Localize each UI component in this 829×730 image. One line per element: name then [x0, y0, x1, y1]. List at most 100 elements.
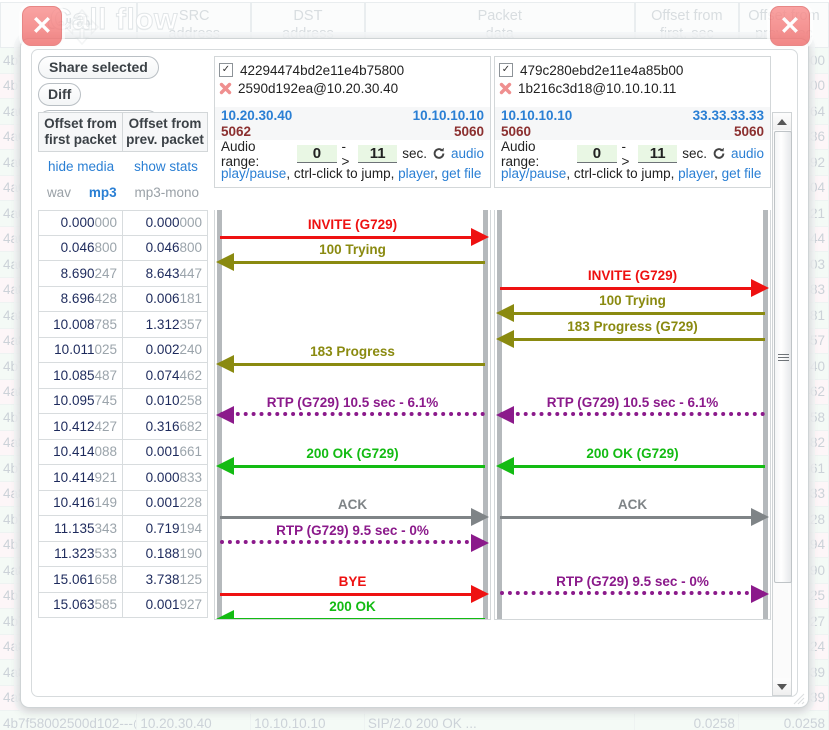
time-cell: 0.046800 — [123, 236, 208, 262]
show-stats-link[interactable]: show stats — [134, 159, 198, 174]
close-button-left[interactable]: ✕ — [22, 6, 62, 46]
flow-message-line — [500, 287, 765, 290]
flow-message-line — [220, 261, 485, 264]
vertical-scrollbar[interactable] — [772, 112, 792, 696]
flow-message-line — [220, 540, 485, 544]
audio-range-to-input[interactable]: 11 — [638, 145, 677, 163]
time-row[interactable]: 0.0468000.046800 — [38, 236, 208, 262]
flow-message-label: 183 Progress (G729) — [500, 319, 765, 334]
scroll-up-button[interactable] — [773, 113, 791, 130]
time-row[interactable]: 10.0854870.074462 — [38, 363, 208, 389]
flow-message-label: 200 OK (G729) — [500, 446, 765, 461]
get-file-link[interactable]: get file — [442, 166, 482, 181]
time-row[interactable]: 10.4124270.316682 — [38, 414, 208, 440]
call-id-text: 42294474bd2e11e4b75800 — [240, 63, 404, 78]
time-row[interactable]: 11.1353430.719194 — [38, 516, 208, 542]
time-cell: 11.135343 — [38, 516, 123, 542]
call-id-line-1: ✓479c280ebd2e11e4a85b00 — [499, 61, 766, 79]
audio-link[interactable]: audio — [731, 146, 764, 161]
call-select-checkbox[interactable]: ✓ — [499, 63, 513, 77]
call-flow-dialog: Share selectedDiff PCAP selected Offset … — [20, 38, 809, 708]
time-cell: 8.696428 — [38, 287, 123, 313]
flow-message-label: 100 Trying — [220, 242, 485, 257]
time-row[interactable]: 0.0000000.000000 — [38, 210, 208, 236]
dst-ip: 33.33.33.33 — [693, 108, 764, 124]
call-flow-diagram: INVITE (G729)100 Trying183 ProgressRTP (… — [214, 210, 491, 620]
flow-arrow-head — [216, 406, 234, 424]
time-row[interactable]: 11.3235330.188190 — [38, 542, 208, 568]
bg-table-cell: 10.20.30.40 — [137, 711, 251, 730]
diff-button[interactable]: Diff — [38, 83, 81, 106]
delete-x-icon[interactable] — [219, 82, 232, 95]
time-cell: 1.312357 — [123, 312, 208, 338]
time-cell: 8.643447 — [123, 261, 208, 287]
bg-table-cell: 10.10.10.10 — [251, 711, 365, 730]
col-header-offset-prev: Offset from prev. packet — [122, 112, 208, 152]
player-link[interactable]: player — [398, 166, 434, 181]
get-file-link[interactable]: get file — [722, 166, 762, 181]
flow-message-line — [220, 412, 485, 416]
scrollbar-thumb[interactable] — [774, 131, 792, 583]
time-cell: 3.738125 — [123, 567, 208, 593]
hide-media-link[interactable]: hide media — [48, 159, 114, 174]
time-cell: 0.010258 — [123, 389, 208, 415]
move-icon[interactable] — [63, 8, 101, 46]
audio-range-from-input[interactable]: 0 — [297, 145, 336, 163]
time-row[interactable]: 10.0110250.002240 — [38, 338, 208, 364]
scroll-down-button[interactable] — [773, 678, 791, 695]
codec-mp3-mono-link[interactable]: mp3-mono — [135, 185, 200, 200]
time-cell: 10.011025 — [38, 338, 123, 364]
close-button-right[interactable]: ✕ — [770, 6, 810, 46]
flow-arrow-head — [751, 585, 769, 603]
time-cell: 0.001228 — [123, 491, 208, 517]
flow-arrow-head — [496, 330, 514, 348]
bg-table-row: 4b7f58002500d102---@10.20.30.4010.20.30.… — [0, 711, 829, 730]
ctrl-click-hint: ctrl-click to jump — [574, 166, 671, 181]
delete-x-icon[interactable] — [499, 82, 512, 95]
media-links-row: hide media show stats — [38, 153, 208, 179]
player-link[interactable]: player — [678, 166, 714, 181]
audio-range-unit: sec. — [402, 146, 427, 161]
resize-grip-icon[interactable] — [791, 691, 805, 705]
call-id-block: ✓479c280ebd2e11e4a85b00 1b216c3d18@10.10.… — [494, 56, 771, 108]
play-pause-link[interactable]: play/pause — [501, 166, 566, 181]
time-row[interactable]: 8.6902478.643447 — [38, 261, 208, 287]
time-row[interactable]: 15.0635850.001927 — [38, 593, 208, 619]
codec-wav-link[interactable]: wav — [47, 185, 71, 200]
flow-message-label: 200 OK — [220, 599, 485, 614]
time-row[interactable]: 10.4140880.001661 — [38, 440, 208, 466]
time-cell: 10.412427 — [38, 414, 123, 440]
time-cell: 0.719194 — [123, 516, 208, 542]
flow-message-label: 183 Progress — [220, 344, 485, 359]
time-row[interactable]: 10.4161490.001228 — [38, 491, 208, 517]
flow-arrow-head — [216, 355, 234, 373]
time-row[interactable]: 15.0616583.738125 — [38, 567, 208, 593]
time-cell: 0.002240 — [123, 338, 208, 364]
call-select-checkbox[interactable]: ✓ — [219, 63, 233, 77]
flow-message-line — [220, 593, 485, 596]
refresh-icon[interactable] — [712, 146, 726, 161]
call-endpoints: 10.10.10.1033.33.33.3350605060 — [494, 107, 771, 141]
bg-table-cell: SIP/2.0 200 OK ... — [365, 711, 635, 730]
flow-message-label: INVITE (G729) — [500, 268, 765, 283]
flow-arrow-head — [216, 457, 234, 475]
time-cell: 10.095745 — [38, 389, 123, 415]
call-id-host-text: 1b216c3d18@10.10.10.11 — [518, 81, 676, 96]
time-row[interactable]: 10.4149210.000833 — [38, 465, 208, 491]
dst-port: 5060 — [454, 124, 484, 140]
call-id-line-2: 2590d192ea@10.20.30.40 — [219, 79, 486, 97]
flow-message-line — [500, 312, 765, 315]
audio-range-from-input[interactable]: 0 — [577, 145, 616, 163]
refresh-icon[interactable] — [432, 146, 446, 161]
time-row[interactable]: 10.0957450.010258 — [38, 389, 208, 415]
time-row[interactable]: 10.0087851.312357 — [38, 312, 208, 338]
codec-mp3-link[interactable]: mp3 — [89, 185, 117, 200]
audio-link[interactable]: audio — [451, 146, 484, 161]
time-cell: 10.416149 — [38, 491, 123, 517]
audio-range-to-input[interactable]: 11 — [358, 145, 397, 163]
time-cell: 15.061658 — [38, 567, 123, 593]
dst-ip: 10.10.10.10 — [413, 108, 484, 124]
time-row[interactable]: 8.6964280.006181 — [38, 287, 208, 313]
play-pause-link[interactable]: play/pause — [221, 166, 286, 181]
share-selected-button[interactable]: Share selected — [38, 56, 159, 79]
